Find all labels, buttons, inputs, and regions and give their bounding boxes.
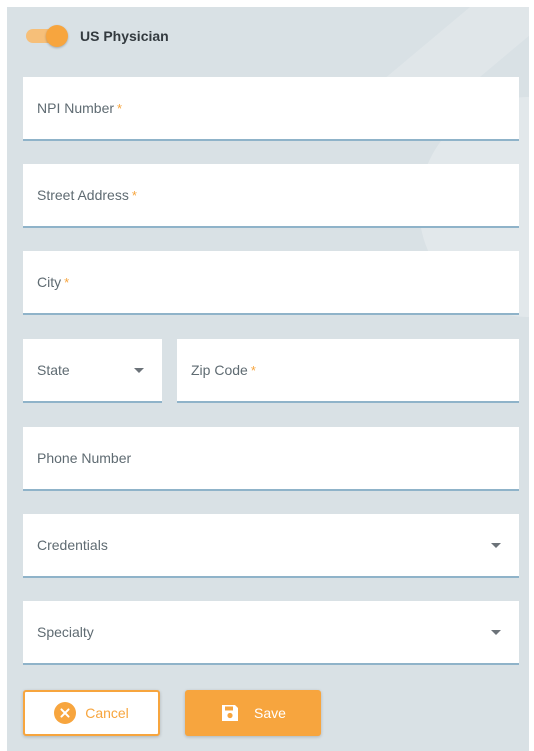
cancel-button[interactable]: Cancel <box>23 690 160 736</box>
caret-down-icon <box>134 368 144 373</box>
specialty-select[interactable]: Specialty <box>23 601 519 665</box>
cancel-circle-icon <box>54 702 77 724</box>
npi-number-label: NPI Number * <box>37 100 123 116</box>
cancel-button-label: Cancel <box>85 705 129 721</box>
street-address-label: Street Address * <box>37 187 137 203</box>
required-indicator: * <box>64 275 70 290</box>
state-select[interactable]: State <box>23 339 162 403</box>
state-label: State <box>37 362 70 378</box>
save-button-label: Save <box>254 705 286 721</box>
city-label: City * <box>37 274 70 290</box>
credentials-label: Credentials <box>37 537 108 553</box>
city-field[interactable]: City * <box>23 251 519 315</box>
street-address-field[interactable]: Street Address * <box>23 164 519 228</box>
toggle-knob <box>46 25 68 47</box>
zip-code-label: Zip Code * <box>191 362 256 378</box>
caret-down-icon <box>491 543 501 548</box>
specialty-label: Specialty <box>37 624 94 640</box>
required-indicator: * <box>250 363 256 378</box>
npi-number-field[interactable]: NPI Number * <box>23 77 519 141</box>
phone-number-field[interactable]: Phone Number <box>23 427 519 491</box>
caret-down-icon <box>491 630 501 635</box>
zip-code-field[interactable]: Zip Code * <box>177 339 519 403</box>
us-physician-label: US Physician <box>80 28 169 44</box>
required-indicator: * <box>117 101 123 116</box>
credentials-select[interactable]: Credentials <box>23 514 519 578</box>
us-physician-toggle-row: US Physician <box>24 23 169 49</box>
floppy-disk-icon <box>222 705 239 721</box>
physician-form-panel: US Physician NPI Number * Street Address *… <box>7 7 529 751</box>
phone-number-label: Phone Number <box>37 450 132 466</box>
us-physician-toggle[interactable] <box>24 24 68 48</box>
required-indicator: * <box>131 188 137 203</box>
save-button[interactable]: Save <box>185 690 321 736</box>
